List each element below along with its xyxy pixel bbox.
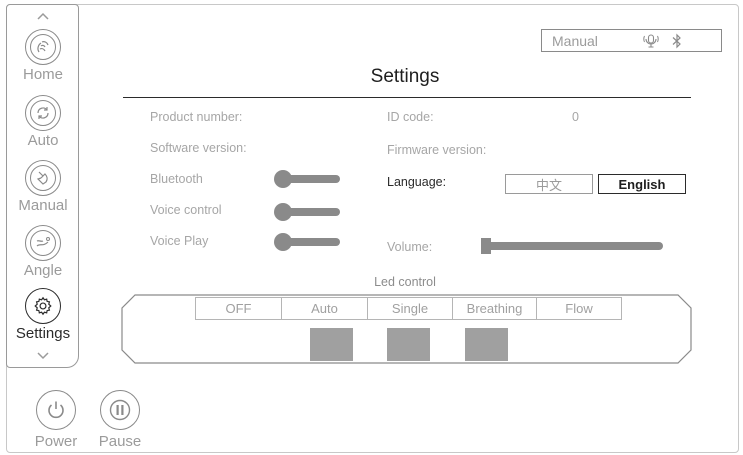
led-color-swatch-2[interactable] <box>387 328 430 361</box>
bluetooth-toggle-label: Bluetooth <box>150 172 203 186</box>
auto-cycle-icon <box>25 95 61 131</box>
volume-slider-handle[interactable] <box>481 238 491 254</box>
led-mode-single[interactable]: Single <box>367 297 453 320</box>
led-control-title: Led control <box>374 275 436 289</box>
sidebar-item-label: Auto <box>27 132 59 149</box>
sidebar-item-auto[interactable]: Auto <box>7 95 79 149</box>
hand-tap-icon <box>25 160 61 196</box>
bluetooth-toggle[interactable] <box>274 170 340 188</box>
voice-play-toggle-label: Voice Play <box>150 234 209 248</box>
chevron-up-icon <box>36 12 49 20</box>
sidebar-item-settings[interactable]: Settings <box>7 288 79 342</box>
id-code-value: 0 <box>572 110 579 124</box>
language-option-chinese[interactable]: 中文 <box>505 174 593 194</box>
language-label: Language: <box>387 175 447 189</box>
power-icon <box>36 390 76 430</box>
volume-slider-track[interactable] <box>483 242 663 250</box>
bluetooth-icon <box>672 33 681 49</box>
volume-label: Volume: <box>387 240 433 254</box>
sidebar-item-label: Angle <box>23 262 63 279</box>
sidebar-item-home[interactable]: Home <box>7 29 79 83</box>
voice-play-toggle[interactable] <box>274 233 340 251</box>
sidebar-item-label: Manual <box>18 197 68 214</box>
title-divider <box>123 97 691 98</box>
scroll-up-button[interactable] <box>7 7 78 25</box>
voice-icon <box>643 34 659 48</box>
voice-control-toggle-label: Voice control <box>150 203 222 217</box>
firmware-version-label: Firmware version: <box>387 143 487 157</box>
sidebar-item-label: Home <box>22 66 63 83</box>
id-code-label: ID code: <box>387 110 434 124</box>
page-title: Settings <box>370 66 440 87</box>
pause-icon <box>100 390 140 430</box>
product-number-label: Product number: <box>150 110 243 124</box>
angle-icon <box>25 225 61 261</box>
pause-label: Pause <box>98 433 142 450</box>
led-mode-breathing[interactable]: Breathing <box>452 297 537 320</box>
language-option-english[interactable]: English <box>598 174 686 194</box>
led-mode-auto[interactable]: Auto <box>281 297 368 320</box>
led-color-swatch-1[interactable] <box>310 328 353 361</box>
sidebar-item-angle[interactable]: Angle <box>7 225 79 279</box>
hand-wave-icon <box>25 29 61 65</box>
power-label: Power <box>34 433 78 450</box>
power-button[interactable]: Power <box>26 390 86 450</box>
software-version-label: Software version: <box>150 141 247 155</box>
chevron-down-icon <box>36 352 49 360</box>
sidebar-nav: Home Auto Manual Angle Settings <box>6 4 79 368</box>
voice-control-toggle[interactable] <box>274 203 340 221</box>
led-mode-flow[interactable]: Flow <box>536 297 622 320</box>
led-mode-off[interactable]: OFF <box>195 297 282 320</box>
sidebar-item-label: Settings <box>15 325 71 342</box>
gear-icon <box>25 288 61 324</box>
mode-label: Manual <box>552 32 598 49</box>
mode-status-box: Manual <box>541 29 722 52</box>
sidebar-item-manual[interactable]: Manual <box>7 160 79 214</box>
pause-button[interactable]: Pause <box>90 390 150 450</box>
scroll-down-button[interactable] <box>7 347 78 365</box>
led-color-swatch-3[interactable] <box>465 328 508 361</box>
